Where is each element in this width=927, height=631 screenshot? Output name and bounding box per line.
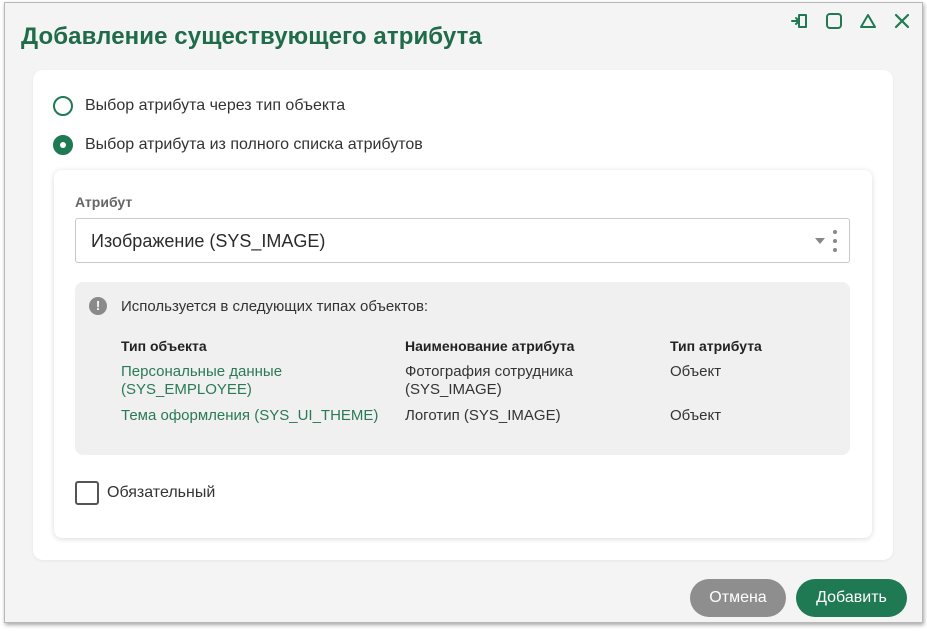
radio-button[interactable] — [53, 135, 73, 155]
attribute-name-cell: Логотип (SYS_IMAGE) — [405, 407, 561, 424]
window-controls — [790, 11, 912, 31]
exclamation-icon: ! — [89, 297, 107, 315]
attribute-name-cell: Фотография сотрудника (SYS_IMAGE) — [405, 363, 574, 398]
attribute-label: Атрибут — [75, 194, 133, 210]
add-button[interactable]: Добавить — [796, 579, 907, 617]
close-button[interactable] — [892, 11, 912, 31]
dialog-window: Добавление существующего атрибута Выбор … — [4, 2, 923, 623]
maximize-button[interactable] — [824, 11, 844, 31]
required-label: Обязательный — [107, 484, 216, 501]
pin-icon — [791, 14, 807, 28]
attribute-panel: Атрибут Изображение (SYS_IMAGE) ! Исполь… — [54, 170, 872, 538]
attribute-type-cell: Объект — [670, 363, 722, 380]
maximize-icon — [826, 13, 842, 29]
column-header-attribute-name: Наименование атрибута — [405, 338, 575, 354]
usage-info-box: ! Используется в следующих типах объекто… — [75, 282, 850, 455]
object-type-link[interactable]: Тема оформления (SYS_UI_THEME) — [121, 407, 381, 425]
more-vertical-icon[interactable] — [833, 230, 837, 252]
attribute-type-cell: Объект — [670, 407, 722, 424]
caret-down-icon[interactable] — [815, 238, 825, 244]
object-type-link[interactable]: Персональные данные (SYS_EMPLOYEE) — [121, 363, 381, 399]
column-header-object-type: Тип объекта — [121, 338, 207, 354]
dialog-title: Добавление существующего атрибута — [21, 23, 482, 50]
cancel-button[interactable]: Отмена — [690, 579, 786, 617]
required-checkbox[interactable] — [75, 481, 99, 505]
radio-full-list[interactable]: Выбор атрибута из полного списка атрибут… — [53, 133, 423, 157]
radio-by-object-type[interactable]: Выбор атрибута через тип объекта — [53, 94, 345, 118]
radio-button[interactable] — [53, 96, 73, 116]
close-icon — [894, 13, 910, 29]
column-header-attribute-type: Тип атрибута — [670, 338, 762, 354]
radio-label: Выбор атрибута из полного списка атрибут… — [85, 136, 423, 153]
collapse-button[interactable] — [858, 11, 878, 31]
pin-button[interactable] — [790, 11, 810, 31]
required-checkbox-row[interactable]: Обязательный — [75, 481, 215, 505]
collapse-icon — [860, 14, 876, 28]
attribute-select[interactable]: Изображение (SYS_IMAGE) — [75, 218, 850, 263]
content-card: Выбор атрибута через тип объекта Выбор а… — [33, 70, 893, 560]
radio-label: Выбор атрибута через тип объекта — [85, 97, 346, 114]
attribute-select-value: Изображение (SYS_IMAGE) — [91, 231, 326, 251]
usage-message: Используется в следующих типах объектов: — [121, 298, 429, 315]
